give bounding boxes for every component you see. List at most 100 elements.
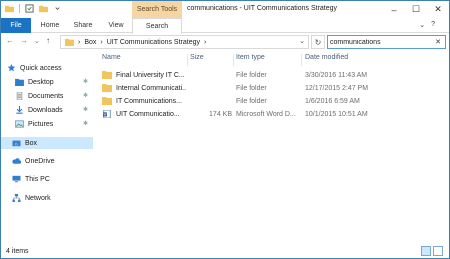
file-name: Internal Communicati... <box>116 85 186 92</box>
breadcrumb-item-uit-communications-strategy[interactable]: UIT Communications Strategy <box>107 39 200 46</box>
sidebar-item-label: This PC <box>25 175 50 183</box>
file-type: Microsoft Word D... <box>236 111 296 118</box>
sidebar-item-downloads[interactable]: Downloads <box>15 104 63 116</box>
window-controls: – ☐ ✕ <box>383 1 449 18</box>
search-input[interactable] <box>330 37 430 48</box>
word-doc-icon: W <box>103 110 111 118</box>
address-bar[interactable]: › Box › UIT Communications Strategy › ⌄ <box>60 35 309 49</box>
minimize-button[interactable]: – <box>383 1 405 18</box>
sidebar-item-box[interactable]: b Box <box>1 137 93 149</box>
sidebar-item-desktop[interactable]: Desktop <box>15 76 54 88</box>
folder-icon <box>15 78 24 86</box>
star-icon <box>7 64 16 72</box>
column-header-size[interactable]: Size <box>188 54 234 66</box>
file-type: File folder <box>236 72 267 79</box>
breadcrumb-item-box[interactable]: Box <box>84 39 96 46</box>
file-size <box>188 70 232 81</box>
pin-icon: ✱ <box>83 93 89 99</box>
sidebar-item-label: Quick access <box>20 64 62 72</box>
sidebar-item-pictures[interactable]: Pictures <box>15 118 53 130</box>
folder-icon <box>5 5 14 13</box>
tab-home[interactable]: Home <box>38 18 62 33</box>
table-row[interactable]: IT Communications... File folder 1/6/201… <box>97 96 449 107</box>
sidebar-item-label: OneDrive <box>25 157 55 165</box>
table-row[interactable]: W UIT Communicatio... 174 KB Microsoft W… <box>97 109 449 120</box>
sidebar-item-label: Network <box>25 194 51 202</box>
up-button[interactable]: ↑ <box>46 36 50 45</box>
search-box: ✕ <box>327 35 446 49</box>
context-tab-search-tools: Search Tools <box>132 1 182 18</box>
breadcrumb-separator: › <box>78 38 81 46</box>
explorer-window: Search Tools communications - UIT Commun… <box>0 0 450 259</box>
file-name: UIT Communicatio... <box>116 111 180 118</box>
sidebar-item-label: Box <box>25 139 38 147</box>
sidebar-item-quick-access[interactable]: Quick access <box>7 62 62 74</box>
maximize-button[interactable]: ☐ <box>405 1 427 18</box>
file-date: 10/1/2015 10:51 AM <box>305 111 368 118</box>
column-header-name[interactable]: Name <box>102 54 188 66</box>
sidebar-item-label: Documents <box>28 92 64 100</box>
file-name: IT Communications... <box>116 98 183 105</box>
view-switcher <box>421 246 443 256</box>
tab-share[interactable]: Share <box>69 18 97 33</box>
folder-icon <box>102 84 112 92</box>
sidebar-item-label: Pictures <box>28 120 54 128</box>
refresh-button[interactable]: ↻ <box>311 35 325 49</box>
window-title: communications - UIT Communications Stra… <box>187 5 338 12</box>
tab-view[interactable]: View <box>104 18 128 33</box>
navigation-pane: Quick access Desktop ✱ Documents ✱ Downl… <box>1 54 93 244</box>
file-size: 174 KB <box>209 111 232 118</box>
tab-search[interactable]: Search <box>132 18 182 34</box>
help-icon[interactable]: ? <box>431 21 435 29</box>
clear-search-button[interactable]: ✕ <box>435 38 441 46</box>
folder-icon <box>65 38 74 46</box>
pin-icon: ✱ <box>83 121 89 127</box>
network-icon <box>12 194 21 202</box>
chevron-down-icon[interactable] <box>53 4 62 13</box>
sidebar-item-onedrive[interactable]: OneDrive <box>12 155 55 167</box>
tab-file[interactable]: File <box>1 18 31 33</box>
back-button[interactable]: ← <box>6 36 14 45</box>
recent-locations-button[interactable]: ⌄ <box>34 37 40 45</box>
breadcrumb-separator: › <box>100 38 103 46</box>
ribbon-tabs: File Home Share View Search ⌄ ? <box>1 18 449 34</box>
details-view-button[interactable] <box>421 246 431 256</box>
pc-icon <box>12 175 21 183</box>
close-button[interactable]: ✕ <box>427 1 449 18</box>
sidebar-item-this-pc[interactable]: This PC <box>12 173 50 185</box>
expand-ribbon-icon[interactable]: ⌄ <box>419 21 425 29</box>
sidebar-item-label: Desktop <box>28 78 54 86</box>
new-folder-icon[interactable] <box>39 4 48 13</box>
column-header-date-modified[interactable]: Date modified <box>305 54 375 66</box>
sidebar-item-documents[interactable]: Documents <box>15 90 63 102</box>
table-row[interactable]: Internal Communicati... File folder 12/1… <box>97 83 449 94</box>
forward-button[interactable]: → <box>20 36 28 45</box>
file-type: File folder <box>236 98 267 105</box>
file-size <box>188 83 232 94</box>
pin-icon: ✱ <box>83 79 89 85</box>
ribbon-right-controls: ⌄ ? <box>419 21 435 29</box>
table-row[interactable]: Final University IT C... File folder 3/3… <box>97 70 449 81</box>
breadcrumb: › Box › UIT Communications Strategy › <box>65 38 206 46</box>
title-bar: Search Tools communications - UIT Commun… <box>1 1 449 18</box>
file-date: 1/6/2016 6:59 AM <box>305 98 360 105</box>
large-icons-view-button[interactable] <box>433 246 443 256</box>
file-size <box>188 96 232 107</box>
quick-access-toolbar <box>5 4 62 13</box>
documents-icon <box>16 92 23 100</box>
navigation-bar: ← → ⌄ ↑ › Box › UIT Communications Strat… <box>1 34 449 51</box>
cloud-icon <box>12 158 21 164</box>
item-count: 4 items <box>6 248 29 255</box>
file-date: 12/17/2015 2:47 PM <box>305 85 369 92</box>
properties-icon[interactable] <box>25 4 34 13</box>
sidebar-item-label: Downloads <box>28 106 63 114</box>
box-icon: b <box>12 140 21 146</box>
folder-icon <box>102 97 112 105</box>
folder-icon <box>102 71 112 79</box>
column-header-item-type[interactable]: Item type <box>235 54 302 66</box>
sidebar-item-network[interactable]: Network <box>12 192 51 204</box>
pin-icon: ✱ <box>83 107 89 113</box>
address-dropdown-button[interactable]: ⌄ <box>299 37 305 45</box>
pictures-icon <box>15 120 24 128</box>
file-list: Name Size Item type Date modified Final … <box>97 54 449 244</box>
